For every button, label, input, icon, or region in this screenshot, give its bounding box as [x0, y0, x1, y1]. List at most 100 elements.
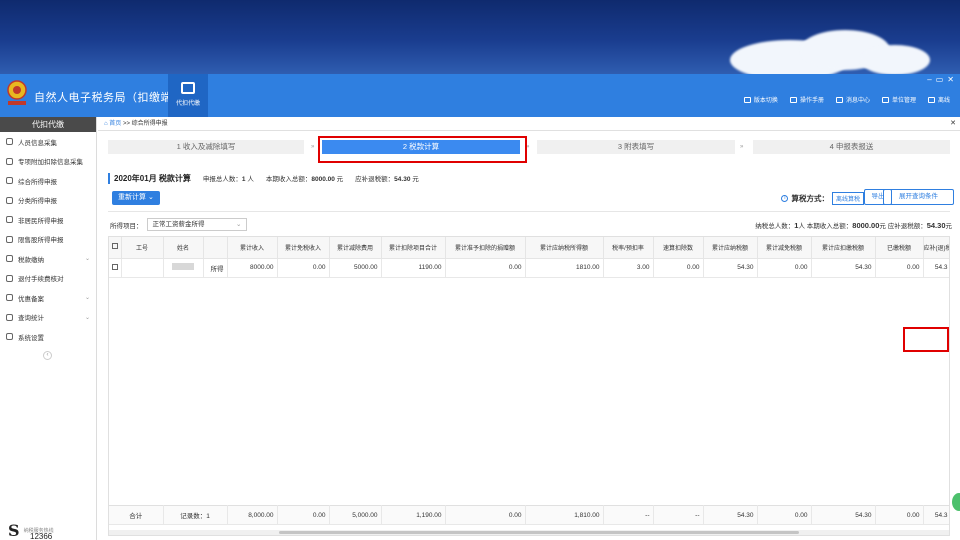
recalculate-label: 重新计算: [118, 194, 146, 201]
footer-cell: 0.00: [277, 505, 330, 525]
totals-summary: 纳税总人数：1人 本期收入总额：8000.00元 应补退税额：54.30元: [755, 220, 952, 230]
sidebar-item-classified[interactable]: 分类所得申报: [0, 191, 96, 211]
divider: [108, 211, 950, 212]
summary-bar: 2020年01月 税款计算 申报总人数：1 人 本期收入总额：8000.00 元…: [108, 171, 950, 185]
chevron-down-icon: ⌄: [236, 221, 242, 228]
info-icon[interactable]: i: [781, 195, 789, 202]
header-tools: 版本切换 操作手册 消息中心 单位管理 离线: [743, 95, 950, 104]
recalculate-button[interactable]: 重新计算 ⌄: [112, 191, 160, 205]
scrollbar-thumb[interactable]: [279, 531, 799, 534]
table-cell: 8000.00: [227, 258, 278, 278]
calc-mode-value[interactable]: 离线算税: [831, 192, 864, 205]
tool-label: 单位管理: [891, 98, 916, 104]
tool-label: 操作手册: [799, 98, 824, 104]
sidebar-item-label: 专项附加扣除信息采集: [18, 159, 83, 167]
filter-label: 所得项目：: [110, 222, 143, 230]
footer-cell: 54.3: [923, 505, 949, 525]
sidebar-item-nonresident[interactable]: 非居民所得申报: [0, 210, 96, 230]
table-row[interactable]: 所得 8000.00 0.00 5000.00 1190.00 0.00 181…: [109, 258, 949, 278]
floating-help-icon[interactable]: [952, 493, 960, 511]
col-header: 累计应纳税所得额: [525, 237, 604, 259]
summary-count-unit: 人: [247, 176, 254, 183]
calc-mode: i 算税方式： 离线算税: [781, 192, 864, 205]
table-cell: 1810.00: [525, 258, 604, 278]
cell-employee-id: [121, 258, 164, 278]
footer-cell: 8,000.00: [227, 505, 278, 525]
col-header: 累计准予扣除的捐赠额: [445, 237, 526, 259]
sidebar-item-query[interactable]: 查询统计 ⌄: [0, 308, 96, 328]
version-switch-button[interactable]: 版本切换: [743, 95, 778, 104]
tool-label: 版本切换: [753, 98, 778, 104]
expand-query-button[interactable]: 展开查询条件: [883, 189, 954, 205]
horizontal-scrollbar[interactable]: [109, 530, 949, 535]
total-label: 合计: [109, 505, 164, 525]
gear-icon: [6, 177, 13, 185]
table-cell: 1190.00: [381, 258, 446, 278]
footer-cell: 1,190.00: [381, 505, 446, 525]
unit-management-button[interactable]: 单位管理: [881, 95, 916, 104]
minimize-icon[interactable]: –: [927, 75, 931, 84]
clock-icon: [6, 196, 13, 204]
row-checkbox[interactable]: [109, 258, 122, 278]
settings-icon: [6, 333, 13, 341]
sidebar-item-tax-payment[interactable]: 税款缴纳 ⌄: [0, 249, 96, 269]
col-header: 累计应扣缴税额: [811, 237, 876, 259]
app-title: 自然人电子税务局（扣缴端）: [34, 92, 184, 104]
building-icon: [881, 96, 889, 103]
breadcrumb: ⌂ 首页 >> 综合所得申报 ✕: [98, 117, 960, 131]
table-cell: 0.00: [757, 258, 812, 278]
chevron-down-icon: ⌄: [84, 295, 90, 302]
manual-button[interactable]: 操作手册: [789, 95, 824, 104]
sidebar-item-label: 查询统计: [18, 315, 44, 323]
table-cell: 54.30: [811, 258, 876, 278]
sidebar-item-comprehensive[interactable]: 综合所得申报: [0, 171, 96, 191]
nav-tab-withholding[interactable]: 代扣代缴: [168, 74, 208, 117]
collapse-sidebar-icon[interactable]: ‹: [43, 351, 52, 360]
col-header: 速算扣除数: [653, 237, 704, 259]
col-header: 累计收入: [227, 237, 278, 259]
sidebar-item-settings[interactable]: 系统设置: [0, 327, 96, 347]
highlight-box-tax-cell: [903, 327, 949, 352]
sidebar-item-restricted-shares[interactable]: 限售股所得申报: [0, 230, 96, 250]
table-cell: 0.00: [875, 258, 924, 278]
breadcrumb-current: 综合所得申报: [131, 121, 168, 127]
table-cell: 0.00: [445, 258, 526, 278]
col-header: 已缴税额: [875, 237, 924, 259]
sidebar-item-label: 税款缴纳: [18, 256, 44, 264]
nav-tab-label: 代扣代缴: [175, 101, 200, 107]
footer-cell: 0.00: [875, 505, 924, 525]
filter-value: 正常工资薪金所得: [152, 221, 205, 228]
step-attachment[interactable]: 3 附表填写: [537, 140, 735, 154]
chevron-down-icon: ⌄: [84, 314, 90, 321]
desktop-background: [0, 0, 960, 74]
col-header: 累计免税收入: [277, 237, 330, 259]
breadcrumb-home[interactable]: ⌂ 首页: [104, 121, 121, 127]
summary-count-value: 1: [241, 176, 246, 183]
summary-count-label: 申报总人数：: [202, 176, 242, 183]
sidebar-item-label: 综合所得申报: [18, 178, 57, 186]
sidebar-item-preferential[interactable]: 优惠备案 ⌄: [0, 288, 96, 308]
message-center-button[interactable]: 消息中心: [835, 95, 870, 104]
income-item-filter: 所得项目： 正常工资薪金所得 ⌄: [110, 218, 247, 231]
footer-cell: 0.00: [757, 505, 812, 525]
sidebar-item-special-deduction[interactable]: 专项附加扣除信息采集: [0, 152, 96, 172]
step-submit[interactable]: 4 申报表报送: [753, 140, 950, 154]
chart-icon: [6, 235, 13, 243]
hotline-logo-icon: S: [8, 521, 20, 540]
sidebar-item-personnel[interactable]: 人员信息采集: [0, 132, 96, 152]
step-income[interactable]: 1 收入及减除填写: [108, 140, 304, 154]
close-page-icon[interactable]: ✕: [950, 117, 956, 131]
col-header: [203, 237, 228, 259]
offline-button[interactable]: 离线: [927, 95, 950, 104]
income-item-select[interactable]: 正常工资薪金所得 ⌄: [146, 218, 247, 231]
footer-cell: --: [653, 505, 704, 525]
breadcrumb-sep: >>: [122, 121, 130, 127]
tool-label: 离线: [937, 98, 950, 104]
summary-count: 申报总人数：1 人: [203, 173, 254, 183]
select-all-checkbox[interactable]: [109, 237, 122, 259]
maximize-icon[interactable]: ▭: [936, 75, 944, 84]
chevron-down-icon: ⌄: [84, 256, 90, 263]
close-icon[interactable]: ✕: [947, 75, 954, 84]
record-count: 记录数：1: [163, 505, 228, 525]
sidebar-item-refund-fee[interactable]: 退付手续费核对: [0, 269, 96, 289]
